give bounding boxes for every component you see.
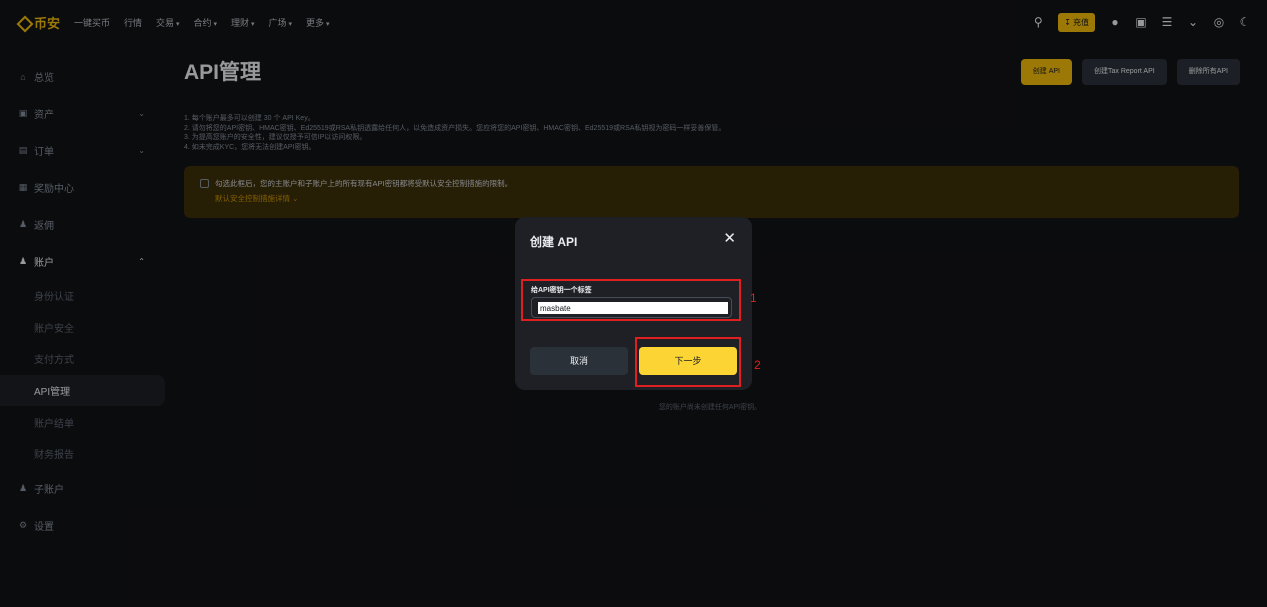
modal-title: 创建 API bbox=[530, 235, 578, 249]
api-label-field-label: 给API密钥一个标签 bbox=[531, 287, 592, 294]
next-step-button[interactable]: 下一步 bbox=[639, 347, 737, 375]
annotation-number-2: 2 bbox=[754, 358, 761, 372]
annotation-number-1: 1 bbox=[750, 291, 757, 305]
highlight-box-label-field: 给API密钥一个标签 bbox=[521, 279, 741, 321]
close-icon[interactable]: ✕ bbox=[723, 229, 736, 247]
cancel-button[interactable]: 取消 bbox=[530, 347, 628, 375]
create-api-modal: 创建 API ✕ 给API密钥一个标签 1 取消 下一步 2 bbox=[515, 217, 761, 390]
api-label-field-wrapper bbox=[531, 297, 732, 318]
api-label-input[interactable] bbox=[538, 302, 728, 314]
